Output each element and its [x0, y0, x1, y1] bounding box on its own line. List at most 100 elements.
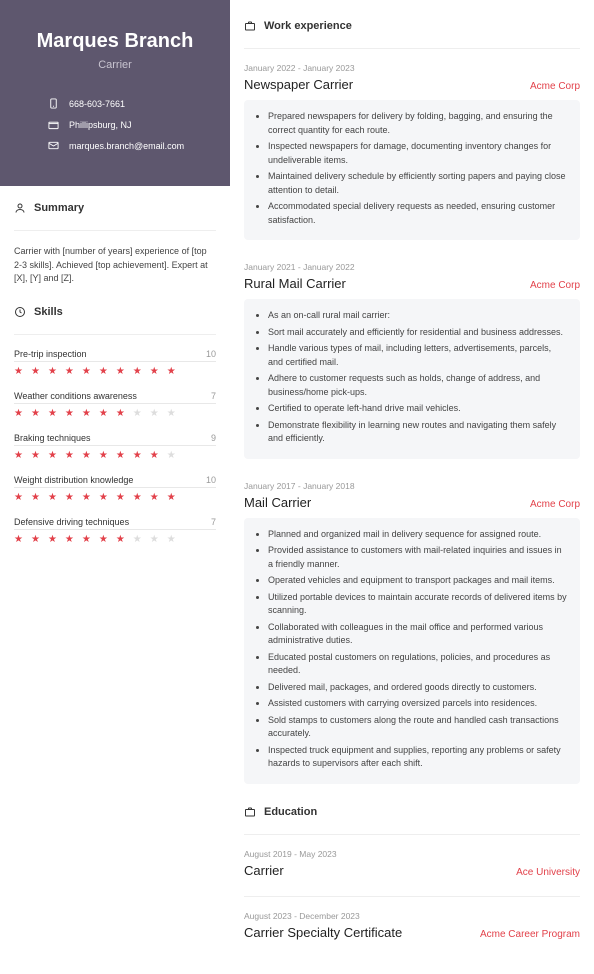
star-icon: ★: [133, 534, 142, 545]
summary-heading: Summary: [14, 202, 216, 220]
skill-name: Defensive driving techniques: [14, 517, 129, 527]
skills-heading: Skills: [14, 306, 216, 324]
star-icon: ★: [48, 366, 57, 377]
skill-name: Braking techniques: [14, 433, 91, 443]
bullet-item: Operated vehicles and equipment to trans…: [268, 574, 568, 588]
star-icon: ★: [116, 534, 125, 545]
star-icon: ★: [65, 534, 74, 545]
star-icon: ★: [150, 492, 159, 503]
edu-dates: August 2019 - May 2023: [244, 849, 580, 859]
bullet-item: Provided assistance to customers with ma…: [268, 544, 568, 571]
job-item: January 2022 - January 2023Newspaper Car…: [244, 63, 580, 240]
job-bullets: As an on-call rural mail carrier: Sort ma…: [244, 299, 580, 459]
work-label: Work experience: [264, 20, 352, 32]
email-icon: [48, 140, 59, 151]
star-icon: ★: [31, 366, 40, 377]
edu-dates: August 2023 - December 2023: [244, 911, 580, 921]
person-icon: [14, 202, 26, 214]
bullet-item: Delivered mail, packages, and ordered go…: [268, 681, 568, 695]
skill-value: 9: [211, 433, 216, 443]
skill-name: Weight distribution knowledge: [14, 475, 133, 485]
education-label: Education: [264, 806, 317, 818]
skill-stars: ★★★★★★★★★★: [14, 450, 216, 461]
edu-school: Acme Career Program: [480, 929, 580, 940]
bullet-item: Maintained delivery schedule by efficien…: [268, 170, 568, 197]
divider: [244, 834, 580, 835]
bullet-item: Inspected newspapers for damage, documen…: [268, 140, 568, 167]
star-icon: ★: [116, 408, 125, 419]
star-icon: ★: [116, 450, 125, 461]
bullet-item: Sold stamps to customers along the route…: [268, 714, 568, 741]
star-icon: ★: [82, 408, 91, 419]
job-title: Mail Carrier: [244, 495, 311, 510]
briefcase-icon: [244, 20, 256, 32]
job-item: January 2021 - January 2022Rural Mail Ca…: [244, 262, 580, 459]
edu-title: Carrier: [244, 863, 284, 878]
star-icon: ★: [99, 366, 108, 377]
bullet-item: Demonstrate flexibility in learning new …: [268, 419, 568, 446]
skills-icon: [14, 306, 26, 318]
job-title: Newspaper Carrier: [244, 77, 353, 92]
skills-label: Skills: [34, 306, 63, 318]
skill-name: Pre-trip inspection: [14, 349, 87, 359]
contact-email: marques.branch@email.com: [20, 135, 210, 156]
bullet-item: Sort mail accurately and efficiently for…: [268, 326, 568, 340]
star-icon: ★: [48, 492, 57, 503]
star-icon: ★: [14, 408, 23, 419]
skill-value: 7: [211, 391, 216, 401]
star-icon: ★: [99, 492, 108, 503]
bullet-item: Assisted customers with carrying oversiz…: [268, 697, 568, 711]
skill-stars: ★★★★★★★★★★: [14, 492, 216, 503]
skill-name: Weather conditions awareness: [14, 391, 137, 401]
star-icon: ★: [14, 366, 23, 377]
location-text: Phillipsburg, NJ: [69, 120, 132, 130]
star-icon: ★: [167, 366, 176, 377]
star-icon: ★: [150, 366, 159, 377]
main-content: Work experience January 2022 - January 2…: [230, 0, 594, 974]
divider: [14, 230, 216, 231]
bullet-item: Educated postal customers on regulations…: [268, 651, 568, 678]
skill-value: 7: [211, 517, 216, 527]
star-icon: ★: [65, 450, 74, 461]
star-icon: ★: [31, 534, 40, 545]
divider: [244, 896, 580, 897]
job-bullets: Prepared newspapers for delivery by fold…: [244, 100, 580, 240]
star-icon: ★: [167, 492, 176, 503]
star-icon: ★: [31, 408, 40, 419]
job-item: January 2017 - January 2018Mail CarrierA…: [244, 481, 580, 784]
star-icon: ★: [31, 450, 40, 461]
skill-item: Braking techniques9★★★★★★★★★★: [14, 433, 216, 461]
bullet-item: Prepared newspapers for delivery by fold…: [268, 110, 568, 137]
skill-stars: ★★★★★★★★★★: [14, 366, 216, 377]
star-icon: ★: [99, 534, 108, 545]
star-icon: ★: [116, 492, 125, 503]
star-icon: ★: [82, 492, 91, 503]
job-company: Acme Corp: [530, 280, 580, 291]
summary-label: Summary: [34, 202, 84, 214]
job-bullets: Planned and organized mail in delivery s…: [244, 518, 580, 784]
skill-stars: ★★★★★★★★★★: [14, 408, 216, 419]
phone-icon: [48, 98, 59, 109]
star-icon: ★: [133, 450, 142, 461]
sidebar: Marques Branch Carrier 668-603-7661 Phil…: [0, 0, 230, 974]
edu-school: Ace University: [516, 867, 580, 878]
bullet-item: As an on-call rural mail carrier:: [268, 309, 568, 323]
star-icon: ★: [65, 492, 74, 503]
star-icon: ★: [133, 492, 142, 503]
education-icon: [244, 806, 256, 818]
star-icon: ★: [116, 366, 125, 377]
star-icon: ★: [82, 366, 91, 377]
header-block: Marques Branch Carrier 668-603-7661 Phil…: [0, 0, 230, 186]
bullet-item: Handle various types of mail, including …: [268, 342, 568, 369]
skill-item: Weather conditions awareness7★★★★★★★★★★: [14, 391, 216, 419]
skill-stars: ★★★★★★★★★★: [14, 534, 216, 545]
star-icon: ★: [14, 492, 23, 503]
bullet-item: Adhere to customer requests such as hold…: [268, 372, 568, 399]
job-dates: January 2021 - January 2022: [244, 262, 580, 272]
person-name: Marques Branch: [20, 30, 210, 53]
star-icon: ★: [82, 534, 91, 545]
bullet-item: Planned and organized mail in delivery s…: [268, 528, 568, 542]
phone-text: 668-603-7661: [69, 99, 125, 109]
star-icon: ★: [133, 408, 142, 419]
star-icon: ★: [14, 534, 23, 545]
